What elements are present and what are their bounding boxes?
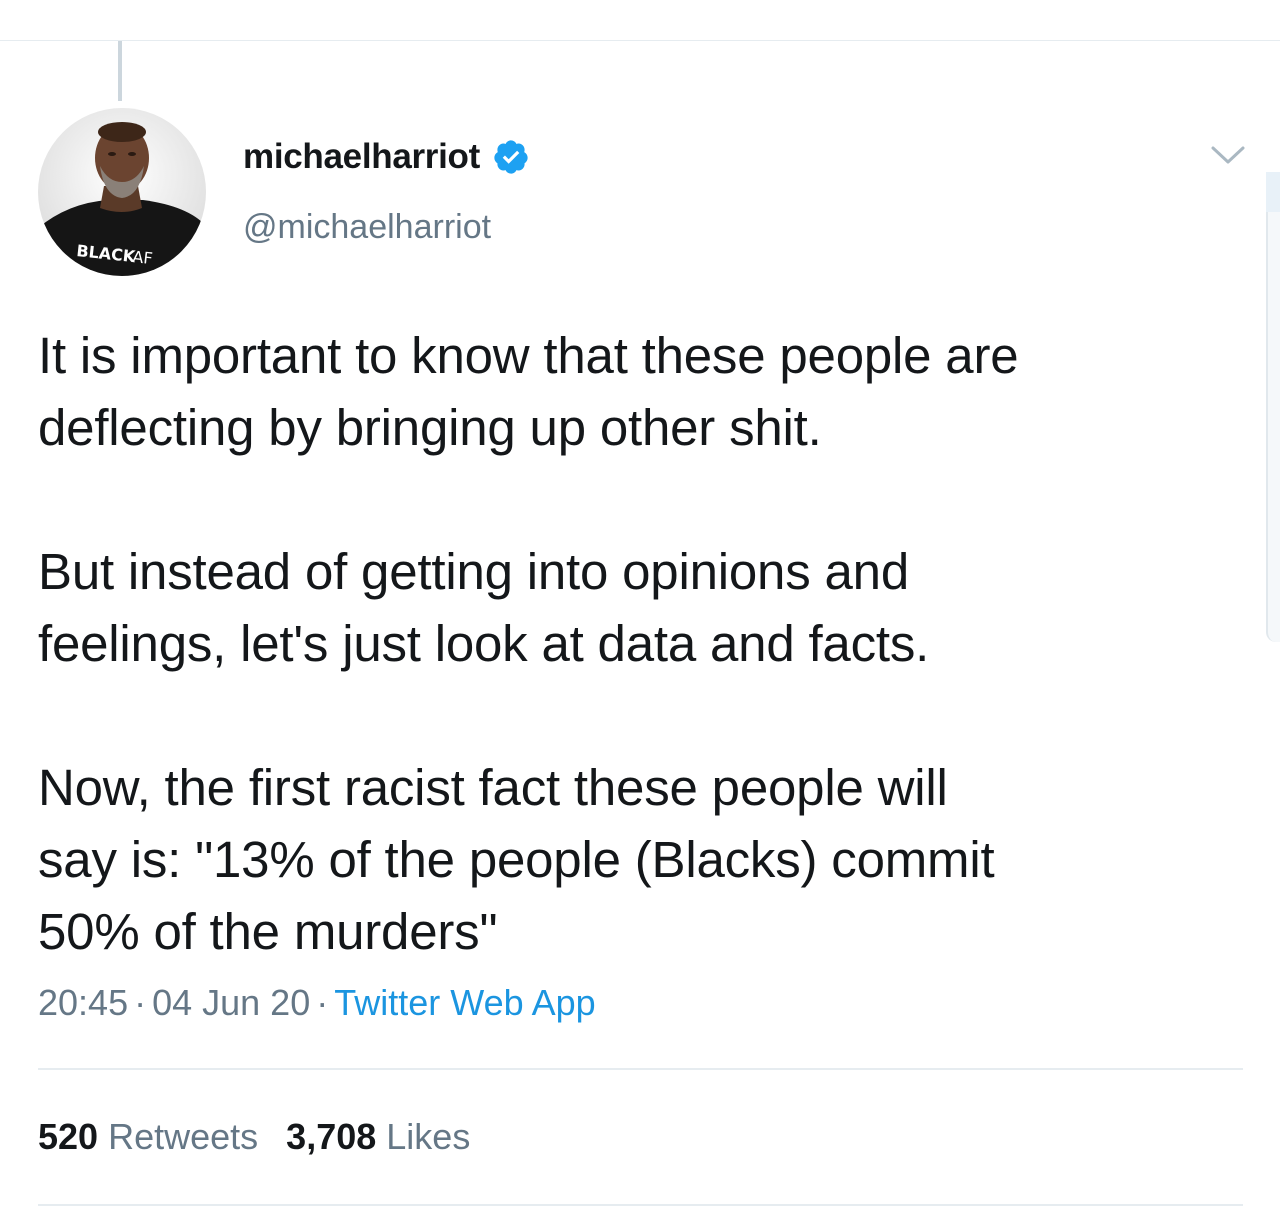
tweet-detail-view: BLACK AF michaelharriot @michaelharriot … bbox=[0, 0, 1280, 1214]
stats-top-divider bbox=[38, 1068, 1243, 1070]
top-divider bbox=[0, 40, 1280, 41]
tweet-paragraph: It is important to know that these peopl… bbox=[38, 327, 1019, 456]
chevron-down-icon[interactable] bbox=[1208, 140, 1248, 170]
meta-separator: · bbox=[316, 982, 329, 1023]
avatar[interactable]: BLACK AF bbox=[38, 108, 206, 276]
avatar-shirt-text-light: AF bbox=[132, 247, 154, 268]
scrollbar-track[interactable] bbox=[1266, 172, 1280, 642]
tweet-source-link[interactable]: Twitter Web App bbox=[334, 982, 595, 1023]
retweets-label: Retweets bbox=[108, 1116, 259, 1157]
retweets-stat[interactable]: 520 Retweets bbox=[38, 1116, 258, 1157]
verified-badge-icon bbox=[492, 138, 530, 176]
display-name-row[interactable]: michaelharriot bbox=[243, 134, 530, 180]
thread-connector-line bbox=[118, 41, 122, 101]
user-handle[interactable]: @michaelharriot bbox=[243, 208, 491, 247]
display-name[interactable]: michaelharriot bbox=[243, 137, 480, 177]
likes-label: Likes bbox=[386, 1116, 471, 1157]
scrollbar-thumb[interactable] bbox=[1266, 172, 1280, 212]
likes-stat[interactable]: 3,708 Likes bbox=[286, 1116, 470, 1157]
tweet-date[interactable]: 04 Jun 20 bbox=[152, 982, 310, 1023]
stats-bottom-divider bbox=[38, 1204, 1243, 1206]
tweet-paragraph: Now, the first racist fact these people … bbox=[38, 759, 995, 960]
tweet-paragraph: But instead of getting into opinions and… bbox=[38, 543, 930, 672]
engagement-stats: 520 Retweets 3,708 Likes bbox=[38, 1116, 470, 1158]
meta-separator: · bbox=[134, 982, 147, 1023]
avatar-image: BLACK AF bbox=[38, 108, 206, 276]
tweet-metadata: 20:45 · 04 Jun 20 · Twitter Web App bbox=[38, 982, 596, 1024]
tweet-time[interactable]: 20:45 bbox=[38, 982, 128, 1023]
tweet-body: It is important to know that these peopl… bbox=[38, 320, 1238, 968]
likes-count: 3,708 bbox=[286, 1116, 377, 1157]
retweets-count: 520 bbox=[38, 1116, 99, 1157]
